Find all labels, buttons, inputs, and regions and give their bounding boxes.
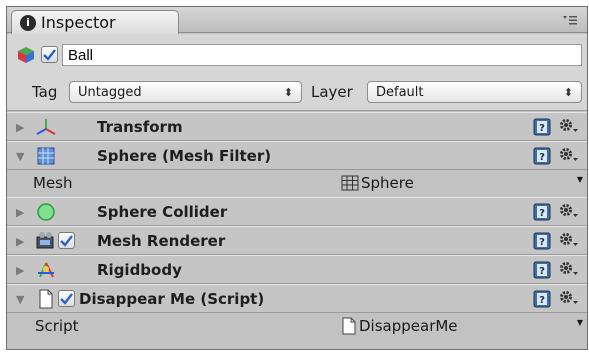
transform-icon (36, 117, 56, 137)
property-label: Script (35, 317, 79, 335)
component-title: Disappear Me (Script) (79, 290, 265, 308)
object-header: Tag Untagged ⬍ Layer Default ⬍ (7, 34, 587, 111)
rigidbody-icon (36, 260, 56, 280)
tab-inspector[interactable]: i Inspector (11, 10, 179, 34)
gear-icon[interactable] (557, 116, 578, 136)
component-title: Sphere Collider (97, 203, 228, 221)
mesh-object-field[interactable]: Sphere (341, 174, 414, 192)
foldout-collapsed-icon[interactable]: ▶ (16, 264, 24, 277)
foldout-collapsed-icon[interactable]: ▶ (16, 121, 24, 134)
dropdown-arrows-icon: ⬍ (563, 85, 573, 99)
foldout-collapsed-icon[interactable]: ▶ (16, 206, 24, 219)
help-book-icon[interactable]: ? (533, 203, 551, 221)
component-title: Sphere (Mesh Filter) (97, 147, 272, 165)
component-title: Rigidbody (97, 261, 182, 279)
component-title: Transform (97, 118, 183, 136)
script-file-icon (36, 289, 56, 309)
svg-text:?: ? (539, 237, 545, 248)
gameobject-cube-icon (17, 46, 35, 68)
component-title: Mesh Renderer (97, 232, 226, 250)
foldout-collapsed-icon[interactable]: ▶ (16, 235, 24, 248)
help-book-icon[interactable]: ? (533, 261, 551, 279)
object-active-checkbox[interactable] (41, 46, 58, 63)
tab-strip: i Inspector (7, 7, 587, 34)
property-script: Script DisappearMe ▼ (7, 314, 587, 340)
component-sphere-collider[interactable]: ▶ Sphere Collider ? (7, 197, 587, 226)
info-icon: i (20, 14, 36, 31)
object-name-field[interactable] (62, 44, 582, 66)
dropdown-arrows-icon: ⬍ (283, 85, 293, 99)
mesh-renderer-icon (36, 231, 56, 251)
svg-text:?: ? (539, 152, 545, 163)
tab-inspector-label: Inspector (41, 13, 116, 32)
component-rigidbody[interactable]: ▶ Rigidbody ? (7, 255, 587, 284)
component-disappear-me-script[interactable]: ▼ Disappear Me (Script) ? (7, 284, 587, 313)
svg-text:?: ? (539, 266, 545, 277)
property-mesh: Mesh Sphere ▼ (7, 171, 587, 197)
inspector-panel: i Inspector Tag Untagged (6, 6, 588, 350)
component-enabled-checkbox[interactable] (58, 290, 75, 307)
gear-icon[interactable] (557, 259, 578, 279)
tag-dropdown-value: Untagged (78, 84, 142, 100)
svg-text:?: ? (539, 123, 545, 134)
component-enabled-checkbox[interactable] (58, 232, 75, 249)
sphere-collider-icon (36, 202, 56, 222)
mesh-filter-icon (36, 146, 56, 166)
svg-text:?: ? (539, 295, 545, 306)
property-value: Sphere (361, 174, 414, 192)
layer-dropdown-value: Default (376, 84, 424, 100)
layer-label: Layer (311, 83, 353, 101)
gear-icon[interactable] (557, 230, 578, 250)
foldout-expanded-icon[interactable]: ▼ (16, 293, 24, 306)
help-book-icon[interactable]: ? (533, 118, 551, 136)
script-object-field[interactable]: DisappearMe (341, 317, 458, 335)
help-book-icon[interactable]: ? (533, 290, 551, 308)
tag-dropdown[interactable]: Untagged ⬍ (69, 81, 302, 103)
mesh-grid-icon (341, 175, 359, 191)
foldout-expanded-icon[interactable]: ▼ (16, 150, 24, 163)
object-picker-arrow-icon[interactable]: ▼ (577, 318, 583, 327)
script-file-icon (342, 317, 356, 335)
layer-dropdown[interactable]: Default ⬍ (367, 81, 582, 103)
property-value: DisappearMe (359, 317, 458, 335)
object-picker-arrow-icon[interactable]: ▼ (577, 175, 583, 184)
property-label: Mesh (33, 174, 73, 192)
tag-label: Tag (32, 83, 58, 101)
gear-icon[interactable] (557, 288, 578, 308)
help-book-icon[interactable]: ? (533, 232, 551, 250)
gear-icon[interactable] (557, 201, 578, 221)
panel-menu-icon[interactable] (563, 15, 577, 25)
help-book-icon[interactable]: ? (533, 147, 551, 165)
component-mesh-filter[interactable]: ▼ Sphere (Mesh Filter) ? (7, 141, 587, 170)
gear-icon[interactable] (557, 145, 578, 165)
component-transform[interactable]: ▶ Transform ? (7, 112, 587, 141)
svg-text:?: ? (539, 208, 545, 219)
component-mesh-renderer[interactable]: ▶ Mesh Renderer ? (7, 226, 587, 255)
